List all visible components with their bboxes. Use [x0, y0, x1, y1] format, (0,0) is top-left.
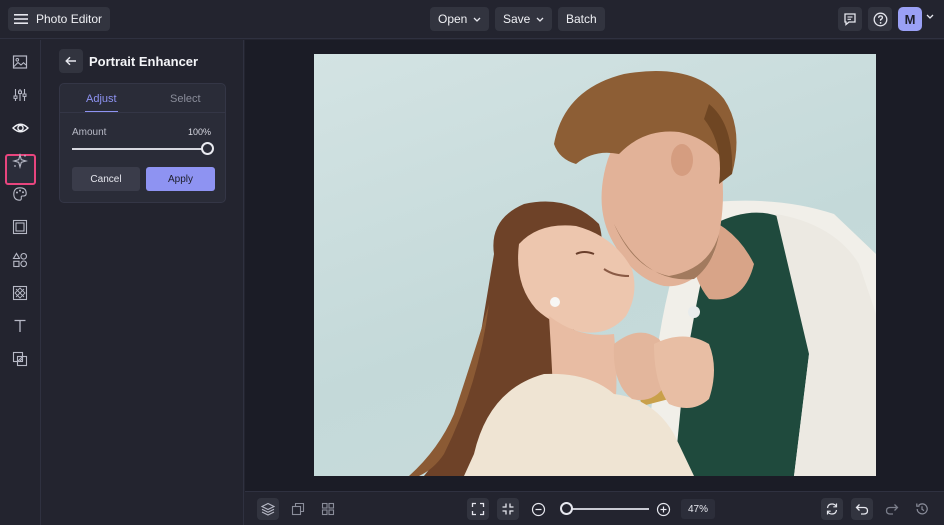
app-title: Photo Editor	[36, 12, 103, 26]
app-menu-button[interactable]: Photo Editor	[8, 7, 111, 31]
shapes-icon	[12, 252, 28, 268]
sparkles-icon	[12, 153, 28, 169]
rail-item-text[interactable]	[10, 316, 30, 336]
rail-item-image[interactable]	[10, 52, 30, 72]
texture-icon	[12, 285, 28, 301]
feedback-button[interactable]	[838, 7, 862, 31]
couple-photo-illustration	[409, 71, 876, 476]
layers-button[interactable]	[257, 498, 279, 520]
redo-button[interactable]	[881, 498, 903, 520]
rail-item-overlays[interactable]	[10, 349, 30, 369]
replace-image-icon	[291, 502, 305, 516]
bottom-toolbar: 47%	[245, 491, 944, 525]
redo-icon	[885, 503, 899, 515]
tab-select[interactable]: Select	[170, 93, 201, 105]
history-button[interactable]	[911, 498, 933, 520]
arrow-left-icon	[65, 56, 77, 66]
image-icon	[12, 54, 28, 70]
actual-size-button[interactable]	[497, 498, 519, 520]
rail-item-effects[interactable]	[10, 151, 30, 171]
undo-button[interactable]	[851, 498, 873, 520]
zoom-slider-track[interactable]	[561, 508, 649, 510]
user-avatar[interactable]: M	[898, 7, 922, 31]
rail-item-textures[interactable]	[10, 283, 30, 303]
overlay-icon	[12, 351, 28, 367]
fit-screen-button[interactable]	[467, 498, 489, 520]
amount-label: Amount	[72, 127, 107, 138]
settings-card: Adjust Select Amount 100% Cancel Apply	[59, 83, 226, 203]
open-menu-label: Open	[438, 12, 468, 26]
tool-panel: Portrait Enhancer Adjust Select Amount 1…	[41, 40, 244, 525]
replace-button[interactable]	[287, 498, 309, 520]
rail-item-artsy[interactable]	[10, 184, 30, 204]
refresh-icon	[825, 502, 839, 516]
panel-title: Portrait Enhancer	[89, 54, 199, 69]
rail-item-frames[interactable]	[10, 217, 30, 237]
chat-icon	[843, 12, 857, 26]
chevron-down-icon	[473, 17, 481, 22]
tool-rail	[0, 40, 41, 525]
palette-icon	[12, 186, 28, 202]
history-icon	[915, 502, 929, 516]
help-button[interactable]	[868, 7, 892, 31]
rail-item-graphics[interactable]	[10, 250, 30, 270]
undo-icon	[855, 503, 869, 515]
amount-slider-track[interactable]	[72, 148, 208, 150]
top-bar: Photo Editor Open Save Batch M	[0, 0, 944, 39]
save-menu-button[interactable]: Save	[495, 7, 553, 31]
editor-canvas	[245, 40, 944, 491]
help-icon	[873, 12, 888, 27]
back-button[interactable]	[59, 49, 83, 73]
rail-item-touch-up[interactable]	[10, 118, 30, 138]
photo-preview[interactable]	[314, 54, 876, 476]
batch-button[interactable]: Batch	[558, 7, 605, 31]
expand-icon	[471, 502, 485, 516]
save-menu-label: Save	[503, 12, 531, 26]
text-icon	[12, 318, 28, 334]
plus-circle-icon	[656, 502, 671, 517]
zoom-out-button[interactable]	[527, 498, 549, 520]
grid-icon	[321, 502, 335, 516]
zoom-slider-handle[interactable]	[560, 502, 573, 515]
amount-slider-handle[interactable]	[201, 142, 214, 155]
grid-button[interactable]	[317, 498, 339, 520]
cancel-button[interactable]: Cancel	[72, 167, 140, 191]
rail-item-adjust[interactable]	[10, 85, 30, 105]
sliders-icon	[12, 87, 28, 103]
batch-label: Batch	[566, 12, 597, 26]
chevron-down-icon[interactable]	[926, 14, 934, 19]
tab-divider	[60, 112, 225, 113]
apply-button[interactable]: Apply	[146, 167, 215, 191]
shrink-icon	[501, 502, 515, 516]
open-menu-button[interactable]: Open	[430, 7, 490, 31]
amount-value: 100%	[187, 127, 211, 137]
layers-icon	[261, 502, 275, 516]
zoom-in-button[interactable]	[652, 498, 674, 520]
zoom-level[interactable]: 47%	[681, 499, 715, 519]
eye-icon	[11, 122, 29, 134]
chevron-down-icon	[536, 17, 544, 22]
minus-circle-icon	[531, 502, 546, 517]
frame-icon	[12, 219, 28, 235]
tab-adjust[interactable]: Adjust	[86, 93, 117, 105]
active-tab-indicator	[85, 111, 118, 112]
hamburger-icon	[14, 13, 28, 25]
reset-button[interactable]	[821, 498, 843, 520]
